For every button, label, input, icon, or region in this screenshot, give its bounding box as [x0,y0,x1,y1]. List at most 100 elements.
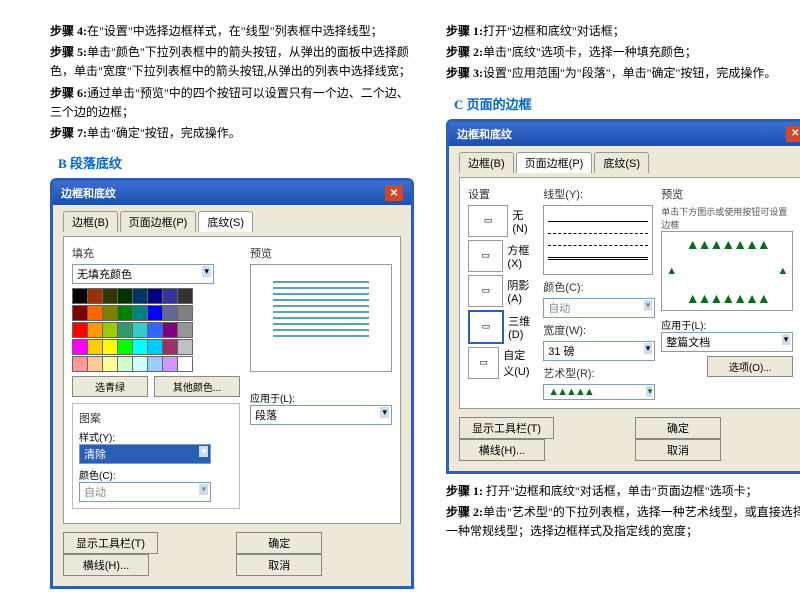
dialog-shading: 边框和底纹✕ 边框(B) 页面边框(P) 底纹(S) 填充 无填充颜色 选青绿 … [50,178,414,589]
color-swatch[interactable] [147,339,163,355]
color-swatch[interactable] [72,322,88,338]
color-swatch[interactable] [177,356,193,372]
setting-box[interactable]: ▭ [468,240,503,272]
color-swatch[interactable] [147,288,163,304]
tab-page-border[interactable]: 页面边框(P) [516,152,593,173]
color-swatch[interactable] [102,356,118,372]
color-swatch[interactable] [132,339,148,355]
cancel-button[interactable]: 取消 [635,439,721,461]
border-color-combo[interactable]: 自动 [543,298,655,318]
ok-button[interactable]: 确定 [635,417,721,439]
fill-label: 填充 [72,245,240,261]
color-swatch[interactable] [72,339,88,355]
step-text: 在"设置"中选择边框样式，在"线型"列表框中选择线型； [87,24,383,38]
color-swatch[interactable] [87,339,103,355]
color-grid[interactable] [72,288,240,372]
step-text: 通过单击"预览"中的四个按钮可以设置只有一个边、二个边、三个边的边框； [50,86,409,119]
tab-shading[interactable]: 底纹(S) [594,152,649,173]
color-swatch[interactable] [162,356,178,372]
ok-button[interactable]: 确定 [236,532,322,554]
section-c-title: C 页面的边框 [454,94,800,113]
no-fill-combo[interactable]: 无填充颜色 [72,264,214,284]
color-swatch[interactable] [177,322,193,338]
toolbar-button[interactable]: 显示工具栏(T) [63,532,158,554]
apply-to-combo[interactable]: 整篇文档 [661,332,793,352]
color-swatch[interactable] [102,322,118,338]
color-swatch[interactable] [87,322,103,338]
step-label: 步骤 6: [50,86,87,100]
cancel-button[interactable]: 取消 [236,554,322,576]
tab-border[interactable]: 边框(B) [63,211,118,232]
color-swatch[interactable] [102,339,118,355]
color-swatch[interactable] [87,288,103,304]
setting-3d[interactable]: ▭ [468,310,504,344]
tab-page-border[interactable]: 页面边框(P) [120,211,197,232]
color-swatch[interactable] [72,288,88,304]
dialog-page-border: 边框和底纹✕ 边框(B) 页面边框(P) 底纹(S) 设置 ▭无(N) ▭方框(… [446,119,800,474]
hline-button[interactable]: 横线(H)... [459,439,545,461]
color-swatch[interactable] [162,339,178,355]
setting-shadow[interactable]: ▭ [468,275,503,307]
more-colors-hint[interactable]: 选青绿 [72,376,148,397]
color-swatch[interactable] [177,288,193,304]
linetype-label: 线型(Y): [543,186,653,202]
color-swatch[interactable] [102,288,118,304]
color-label: 颜色(C): [79,467,233,482]
color-swatch[interactable] [162,322,178,338]
color-swatch[interactable] [117,356,133,372]
dialog-title: 边框和底纹 [61,185,116,201]
color-swatch[interactable] [102,305,118,321]
setting-custom[interactable]: ▭ [468,347,499,379]
apply-to-combo[interactable]: 段落 [250,405,392,425]
preview-hint: 单击下方图示或使用按钮可设置边框 [661,205,793,231]
close-icon[interactable]: ✕ [385,185,403,201]
color-swatch[interactable] [132,356,148,372]
color-swatch[interactable] [117,322,133,338]
step-label: 步骤 1: [446,484,483,498]
width-combo[interactable]: 31 磅 [543,341,655,361]
color-swatch[interactable] [162,288,178,304]
color-swatch[interactable] [177,305,193,321]
color-swatch[interactable] [132,305,148,321]
step-label: 步骤 2: [446,45,483,59]
options-button[interactable]: 选项(O)... [707,356,793,377]
hline-button[interactable]: 横线(H)... [63,554,149,576]
close-icon[interactable]: ✕ [786,126,800,142]
color-swatch[interactable] [147,305,163,321]
art-combo[interactable]: ▲▲▲▲▲ [543,384,655,400]
tab-shading[interactable]: 底纹(S) [198,211,253,232]
setting-none[interactable]: ▭ [468,205,508,237]
preview-label: 预览 [661,186,793,202]
other-color-button[interactable]: 其他颜色... [154,376,240,397]
pattern-color-combo[interactable]: 自动 [79,482,211,502]
style-label: 样式(Y): [79,429,233,444]
step-label: 步骤 7: [50,126,87,140]
section-b-title: B 段落底纹 [58,153,414,172]
color-swatch[interactable] [177,339,193,355]
color-swatch[interactable] [147,322,163,338]
apply-to-label: 应用于(L): [250,390,392,405]
step-text: 单击"确定"按钮，完成操作。 [87,126,241,140]
color-swatch[interactable] [87,305,103,321]
color-label2: 颜色(C): [543,279,653,295]
color-swatch[interactable] [72,305,88,321]
color-swatch[interactable] [117,339,133,355]
step-label: 步骤 3: [446,66,483,80]
tab-border[interactable]: 边框(B) [459,152,514,173]
step-label: 步骤 1: [446,24,483,38]
step-label: 步骤 2: [446,505,483,519]
color-swatch[interactable] [132,288,148,304]
color-swatch[interactable] [117,288,133,304]
color-swatch[interactable] [162,305,178,321]
color-swatch[interactable] [132,322,148,338]
linetype-list[interactable] [543,205,653,275]
step-text: 单击"颜色"下拉列表框中的箭头按钮，从弹出的面板中选择颜色，单击"宽度"下拉列表… [50,45,411,78]
toolbar-button[interactable]: 显示工具栏(T) [459,417,554,439]
color-swatch[interactable] [147,356,163,372]
preview-area [250,264,392,372]
style-combo[interactable]: 清除 [79,444,211,464]
apply-to-label: 应用于(L): [661,317,793,332]
color-swatch[interactable] [72,356,88,372]
color-swatch[interactable] [117,305,133,321]
color-swatch[interactable] [87,356,103,372]
